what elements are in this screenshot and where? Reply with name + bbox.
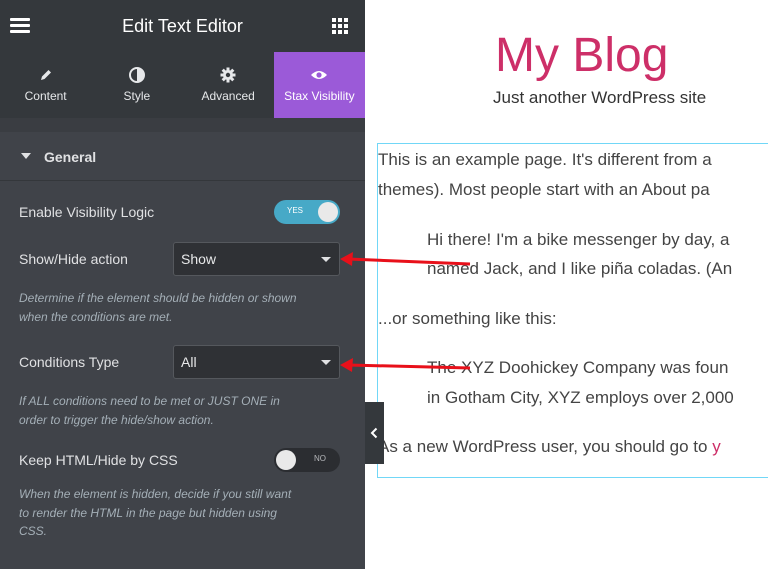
quote-line: in Gotham City, XYZ employs over 2,000 [427, 388, 734, 407]
quote-line: Hi there! I'm a bike messenger by day, a [427, 230, 730, 249]
paragraph-line: This is an example page. It's different … [378, 150, 712, 169]
page-preview: My Blog Just another WordPress site This… [365, 0, 768, 569]
collapse-panel-button[interactable] [365, 402, 384, 464]
keep-html-description: When the element is hidden, decide if yo… [19, 485, 339, 541]
tab-advanced[interactable]: Advanced [183, 52, 274, 118]
enable-visibility-logic-toggle[interactable]: YES [274, 200, 340, 224]
description-line: Determine if the element should be hidde… [19, 291, 297, 305]
tab-label: Content [24, 89, 67, 103]
toggle-knob [276, 450, 296, 470]
description-line: CSS. [19, 524, 48, 538]
enable-visibility-logic-label: Enable Visibility Logic [19, 204, 155, 220]
site-tagline: Just another WordPress site [493, 88, 707, 107]
paragraph-link[interactable]: y [712, 437, 721, 456]
widgets-grid-icon[interactable] [332, 18, 348, 34]
description-line: When the element is hidden, decide if yo… [19, 487, 292, 501]
select-value: All [181, 354, 197, 370]
half-circle-icon [128, 67, 145, 83]
conditions-type-description: If ALL conditions need to be met or JUST… [19, 392, 339, 429]
panel-header: Edit Text Editor [0, 0, 365, 52]
panel-title: Edit Text Editor [122, 16, 243, 36]
chevron-down-icon [321, 360, 331, 365]
toggle-state-text: YES [287, 206, 304, 215]
description-line: order to trigger the hide/show action. [19, 412, 214, 427]
description-line: to render the HTML in the page but hidde… [19, 505, 277, 520]
section-header-general[interactable]: General [0, 132, 365, 181]
conditions-type-label: Conditions Type [19, 354, 120, 370]
tab-label: Stax Visibility [284, 89, 355, 103]
section-separator [0, 118, 365, 132]
panel-tabs: Content Style Advanced Stax Visibility [0, 52, 365, 118]
description-line: If ALL conditions need to be met or JUST… [19, 394, 280, 408]
keep-html-toggle[interactable]: NO [274, 448, 340, 472]
show-hide-description: Determine if the element should be hidde… [19, 289, 339, 326]
tab-stax-visibility[interactable]: Stax Visibility [273, 52, 365, 118]
show-hide-action-select[interactable]: Show [173, 242, 340, 276]
tab-style[interactable]: Style [91, 52, 182, 118]
tab-label: Style [123, 89, 151, 103]
chevron-down-icon [321, 257, 331, 262]
site-title[interactable]: My Blog [495, 28, 668, 83]
paragraph-line: As a new WordPress user, you should go t… [378, 432, 721, 461]
section-title: General [44, 149, 97, 165]
select-value: Show [181, 251, 217, 267]
quote-line: named Jack, and I like piña coladas. (An [427, 259, 733, 278]
paragraph-text: As a new WordPress user, you should go t… [378, 437, 713, 456]
caret-down-icon [21, 153, 31, 159]
toggle-state-text: NO [314, 454, 326, 463]
tab-label: Advanced [201, 89, 255, 103]
gear-icon [220, 67, 236, 83]
eye-icon [310, 67, 328, 83]
paragraph-line: themes). Most people start with an About… [378, 180, 710, 199]
keep-html-label: Keep HTML/Hide by CSS [19, 452, 178, 468]
paragraph-line: ...or something like this: [378, 309, 557, 328]
toggle-knob [318, 202, 338, 222]
pencil-icon [39, 67, 53, 83]
editor-panel: Edit Text Editor Content Style Advanced [0, 0, 365, 569]
quote-line: The XYZ Doohickey Company was foun [427, 358, 729, 377]
conditions-type-select[interactable]: All [173, 345, 340, 379]
tab-content[interactable]: Content [0, 52, 91, 118]
show-hide-action-label: Show/Hide action [19, 251, 128, 267]
chevron-left-icon [370, 427, 378, 439]
description-line: when the conditions are met. [19, 309, 173, 324]
